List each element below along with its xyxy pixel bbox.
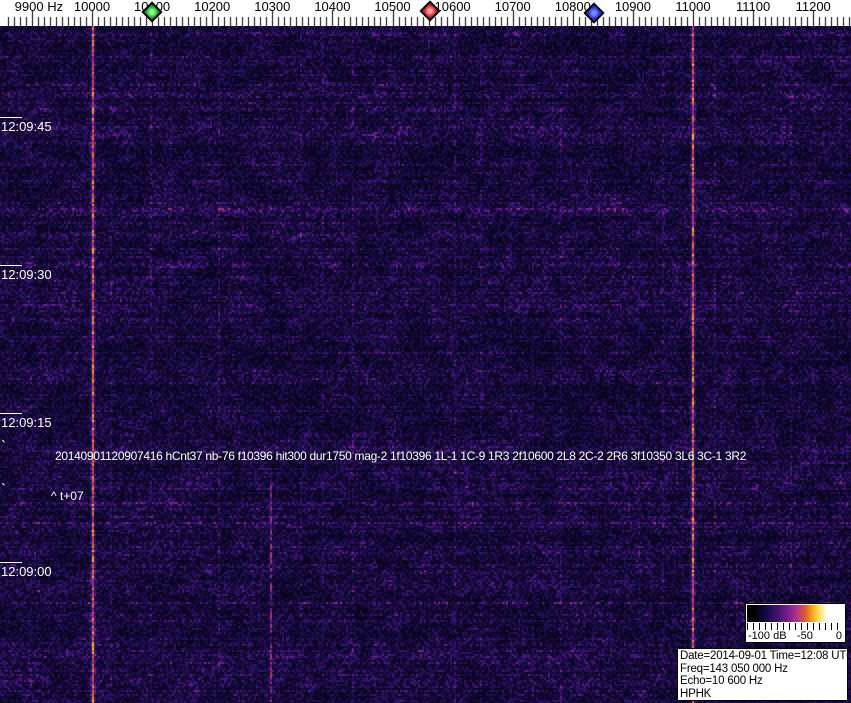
colorbar-label-max: 0 bbox=[835, 630, 842, 642]
event-edge-marker: ` bbox=[1, 482, 7, 499]
colorbar-label-min: -100 dB bbox=[748, 630, 787, 642]
time-tick-line bbox=[0, 265, 22, 266]
colorbar-label-mid: -50 bbox=[797, 630, 813, 642]
time-tick-line bbox=[0, 117, 22, 118]
time-tick-line bbox=[0, 413, 22, 414]
freq-tick-label: 10200 bbox=[194, 0, 231, 14]
colorbar-legend: -100 dB -50 0 bbox=[745, 603, 846, 643]
time-tick-label: 12:09:00 bbox=[1, 564, 52, 579]
freq-tick-label: 11000 bbox=[675, 0, 711, 14]
freq-tick-label: 10400 bbox=[314, 0, 351, 14]
freq-tick-label: 10700 bbox=[494, 0, 531, 14]
spectrogram-app: 9900 Hz100001010010200103001040010500106… bbox=[0, 0, 851, 703]
spectrogram-waterfall[interactable] bbox=[0, 26, 851, 703]
event-edge-marker: ` bbox=[1, 439, 7, 456]
status-info-box: Date=2014-09-01 Time=12:08 UTC Freq=143 … bbox=[677, 648, 851, 701]
info-echo: Echo=10 600 Hz bbox=[680, 675, 763, 688]
time-tick-label: 12:09:15 bbox=[1, 415, 52, 430]
cursor-time-note: ^ t+07 bbox=[51, 489, 84, 503]
freq-tick-label: 10300 bbox=[254, 0, 291, 14]
freq-tick-label: 11100 bbox=[735, 0, 771, 14]
freq-tick-label: 11200 bbox=[795, 0, 831, 14]
time-tick-label: 12:09:30 bbox=[1, 267, 52, 282]
frequency-axis: 9900 Hz100001010010200103001040010500106… bbox=[0, 0, 851, 26]
info-station: HPHK bbox=[680, 688, 712, 701]
colorbar-gradient bbox=[747, 605, 842, 622]
info-date-time: Date=2014-09-01 Time=12:08 UTC bbox=[680, 650, 851, 662]
freq-tick-label: 9900 Hz bbox=[14, 0, 64, 14]
freq-tick-label: 10000 bbox=[73, 0, 111, 14]
time-tick-line bbox=[0, 562, 22, 563]
freq-tick-label: 10500 bbox=[374, 0, 411, 14]
freq-tick-label: 10900 bbox=[614, 0, 651, 14]
event-annotation-text: 20140901120907416 hCnt37 nb-76 f10396 hi… bbox=[55, 449, 747, 463]
colorbar-ticks bbox=[747, 623, 843, 630]
info-frequency: Freq=143 050 000 Hz bbox=[680, 662, 788, 675]
time-tick-label: 12:09:45 bbox=[1, 119, 52, 134]
freq-tick-label: 10600 bbox=[434, 0, 471, 14]
